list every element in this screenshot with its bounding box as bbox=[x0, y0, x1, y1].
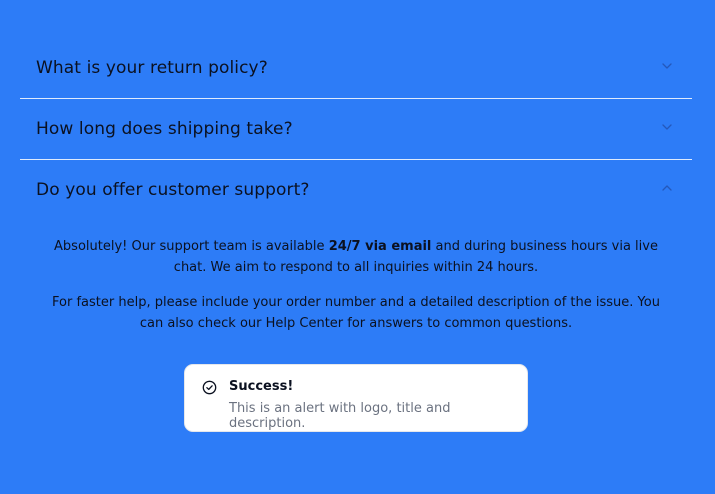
faq-answer: Absolutely! Our support team is availabl… bbox=[20, 220, 692, 334]
faq-question: How long does shipping take? bbox=[36, 119, 293, 139]
faq-answer-paragraph-2: For faster help, please include your ord… bbox=[52, 295, 660, 331]
chevron-up-icon bbox=[662, 185, 672, 191]
answer-emphasis: 24/7 via email bbox=[328, 239, 432, 254]
chevron-down-icon bbox=[662, 124, 672, 130]
faq-trigger-support[interactable]: Do you offer customer support? bbox=[20, 160, 692, 220]
faq-question: Do you offer customer support? bbox=[36, 180, 310, 200]
faq-item-return-policy: What is your return policy? bbox=[20, 38, 692, 99]
faq-trigger-shipping[interactable]: How long does shipping take? bbox=[20, 99, 692, 159]
faq-item-shipping: How long does shipping take? bbox=[20, 99, 692, 160]
check-circle-icon bbox=[202, 380, 217, 395]
faq-accordion: What is your return policy? How long doe… bbox=[20, 38, 692, 348]
alert-title: Success! bbox=[229, 379, 294, 394]
answer-text: Absolutely! Our support team is availabl… bbox=[54, 239, 329, 254]
faq-answer-paragraph-1: Absolutely! Our support team is availabl… bbox=[44, 236, 668, 278]
faq-trigger-return-policy[interactable]: What is your return policy? bbox=[20, 38, 692, 98]
chevron-down-icon bbox=[662, 63, 672, 69]
success-alert: Success! This is an alert with logo, tit… bbox=[184, 364, 528, 432]
faq-item-support: Do you offer customer support? Absolutel… bbox=[20, 160, 692, 334]
alert-description: This is an alert with logo, title and de… bbox=[229, 401, 451, 431]
faq-question: What is your return policy? bbox=[36, 58, 268, 78]
